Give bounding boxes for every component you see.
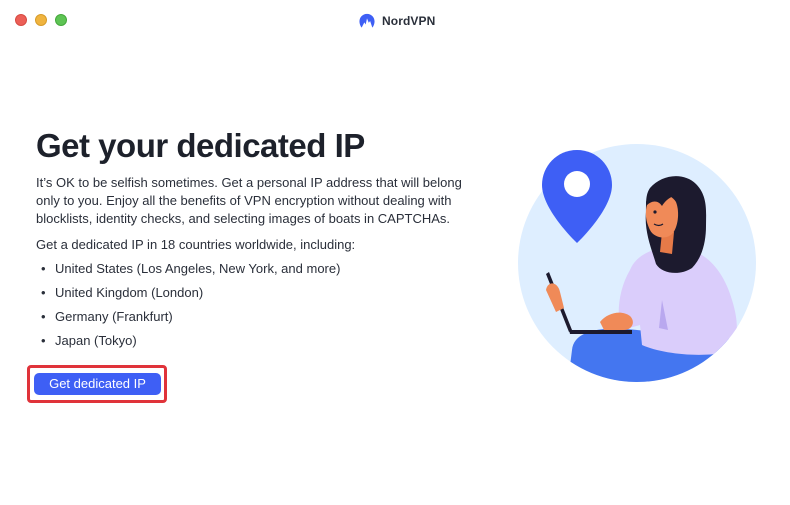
page-heading: Get your dedicated IP <box>36 127 365 164</box>
laptop-base <box>569 330 632 334</box>
list-item: • Germany (Frankfurt) <box>36 308 486 332</box>
country-list: • United States (Los Angeles, New York, … <box>36 260 486 356</box>
list-item: • Japan (Tokyo) <box>36 332 486 356</box>
list-item: • United Kingdom (London) <box>36 284 486 308</box>
countries-label: Get a dedicated IP in 18 countries world… <box>36 237 356 252</box>
bullet: • <box>41 309 46 324</box>
list-item: • United States (Los Angeles, New York, … <box>36 260 486 284</box>
country-text: Germany (Frankfurt) <box>55 309 173 324</box>
minimize-window-button[interactable] <box>35 14 47 26</box>
bullet: • <box>41 333 46 348</box>
title-bar: NordVPN <box>0 0 790 40</box>
country-text: United States (Los Angeles, New York, an… <box>55 261 341 276</box>
country-text: Japan (Tokyo) <box>55 333 137 348</box>
main-content: Get your dedicated IP It’s OK to be self… <box>36 126 486 356</box>
bullet: • <box>41 285 46 300</box>
close-window-button[interactable] <box>15 14 27 26</box>
dedicated-ip-illustration <box>518 144 756 382</box>
get-dedicated-ip-button[interactable]: Get dedicated IP <box>34 373 161 395</box>
bullet: • <box>41 261 46 276</box>
app-title: NordVPN <box>358 11 435 31</box>
maximize-window-button[interactable] <box>55 14 67 26</box>
country-text: United Kingdom (London) <box>55 285 204 300</box>
eye <box>653 210 657 214</box>
location-pin-center <box>564 171 590 197</box>
intro-paragraph: It’s OK to be selfish sometimes. Get a p… <box>36 175 462 226</box>
nordvpn-logo-icon <box>359 13 375 28</box>
app-window: NordVPN Get your dedicated IP It’s OK to… <box>0 0 790 505</box>
app-title-text: NordVPN <box>382 14 436 28</box>
